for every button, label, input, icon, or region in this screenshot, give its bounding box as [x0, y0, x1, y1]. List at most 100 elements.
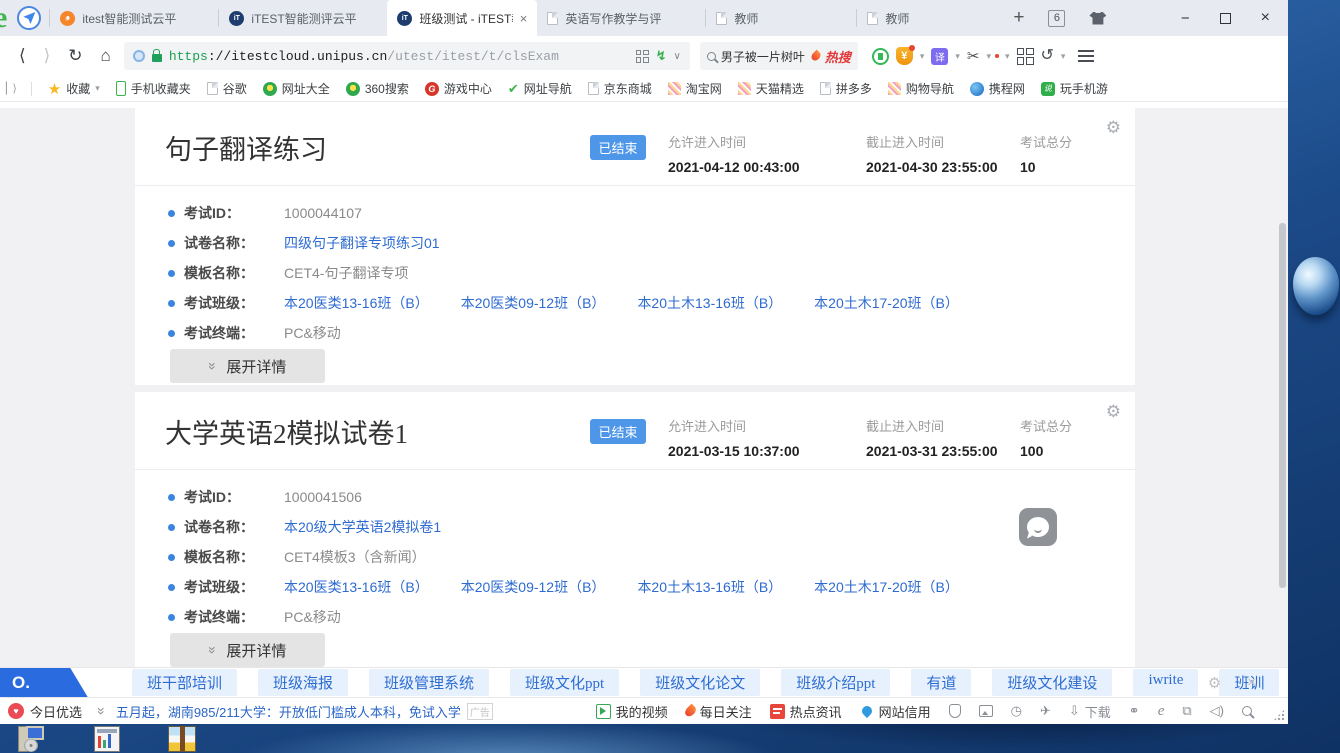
class-link[interactable]: 本20医类09-12班（B）: [461, 293, 606, 313]
quick-link[interactable]: 班级管理系统: [369, 669, 490, 696]
quick-link[interactable]: 班级海报: [258, 669, 349, 696]
paper-link[interactable]: 本20级大学英语2模拟卷1: [284, 517, 441, 537]
apps-grid-icon[interactable]: [1016, 47, 1034, 65]
bookmark-hao[interactable]: ✔ 网址导航: [508, 80, 572, 97]
browser-tab-6[interactable]: 教师: [857, 0, 1007, 36]
reader-mode-icon[interactable]: [871, 47, 889, 65]
new-tab-button[interactable]: +: [1013, 7, 1024, 29]
quick-link[interactable]: 班级介绍ppt: [781, 669, 891, 696]
program-window-icon: [94, 726, 120, 752]
window-minimize-button[interactable]: −: [1181, 10, 1190, 27]
chat-float-button[interactable]: [1019, 508, 1057, 546]
page-search-button[interactable]: [1242, 706, 1256, 716]
quick-link[interactable]: 班级文化论文: [640, 669, 761, 696]
browser-tab-1[interactable]: O itest智能测试云平: [50, 0, 218, 36]
bookmark-favorites[interactable]: ★ 收藏 ▾: [48, 80, 100, 98]
today-pick-label[interactable]: 今日优选: [30, 702, 82, 721]
tab-close-icon[interactable]: ×: [520, 11, 528, 26]
search-box[interactable]: 男子被一片树叶砸晕 热搜: [699, 42, 858, 70]
bookmark-shopping[interactable]: 购物导航: [887, 80, 954, 97]
class-link[interactable]: 本20土木17-20班（B）: [814, 293, 959, 313]
desktop-icon-installer[interactable]: [16, 726, 48, 753]
site-indicator-icon[interactable]: [132, 50, 145, 62]
browser-tab-3-active[interactable]: iT 班级测试 - iTEST教 ×: [387, 0, 538, 36]
menu-icon[interactable]: [1078, 55, 1095, 57]
daily-follow[interactable]: 每日关注: [682, 702, 752, 721]
class-link[interactable]: 本20医类13-16班（B）: [284, 577, 429, 597]
promo-ad-link[interactable]: 五月起，湖南985/211大学：开放低门槛成人本科，免试入学: [116, 702, 461, 721]
desktop-icon-archive[interactable]: [168, 726, 200, 753]
qr-code-icon[interactable]: [635, 49, 649, 63]
hot-search-label[interactable]: 热搜: [825, 47, 851, 66]
window-maximize-button[interactable]: [1219, 12, 1231, 24]
class-link[interactable]: 本20医类13-16班（B）: [284, 293, 429, 313]
url-text[interactable]: https://itestcloud.unipus.cn/utest/itest…: [169, 49, 629, 64]
class-link[interactable]: 本20土木13-16班（B）: [637, 293, 782, 313]
theme-shirt-icon[interactable]: [1089, 11, 1107, 25]
ie-compat-button[interactable]: e: [1158, 703, 1165, 720]
class-link[interactable]: 本20医类09-12班（B）: [461, 577, 606, 597]
bookmark-jd[interactable]: 京东商城: [587, 80, 652, 97]
my-videos[interactable]: 我的视频: [595, 702, 668, 721]
desktop-icon-program[interactable]: [94, 726, 126, 753]
tab-count-badge[interactable]: 6: [1048, 9, 1066, 27]
site-credit[interactable]: 网站信用: [859, 702, 931, 721]
bookmark-mobile[interactable]: 手机收藏夹: [115, 80, 191, 97]
installer-screen-icon: [26, 726, 44, 740]
class-link[interactable]: 本20土木13-16班（B）: [637, 577, 782, 597]
browser-tab-2[interactable]: iT iTEST智能测评云平: [219, 0, 387, 36]
hot-news[interactable]: 热点资讯: [769, 702, 842, 721]
speed-bolt-icon[interactable]: ↯: [656, 48, 667, 64]
bookmark-mobilegames[interactable]: 说玩手机游: [1040, 80, 1108, 97]
bookmark-taobao[interactable]: 淘宝网: [667, 80, 722, 97]
multi-account-button[interactable]: ⚭: [1129, 703, 1140, 719]
quick-link[interactable]: 有道: [911, 669, 972, 696]
links-settings-gear-icon[interactable]: ⚙: [1208, 674, 1221, 692]
quick-link[interactable]: 班干部培训: [132, 669, 238, 696]
quick-link[interactable]: 班级文化建设: [992, 669, 1113, 696]
scrollbar-thumb[interactable]: [1279, 223, 1286, 588]
multi-window-button[interactable]: ⧉: [1182, 703, 1191, 719]
undo-icon[interactable]: ↺: [1041, 48, 1054, 64]
home-button[interactable]: ⌂: [101, 46, 111, 66]
bookmark-gamecenter[interactable]: G 游戏中心: [424, 80, 492, 97]
class-link[interactable]: 本20土木17-20班（B）: [814, 577, 959, 597]
bookmarks-expand-icon[interactable]: ▏⟩: [6, 82, 17, 95]
navigator-plane-icon[interactable]: [17, 6, 42, 30]
address-bar[interactable]: https://itestcloud.unipus.cn/utest/itest…: [123, 42, 690, 70]
links-close-icon[interactable]: ×: [1247, 674, 1256, 691]
back-button[interactable]: ⟨: [19, 46, 26, 66]
booster-rocket-button[interactable]: ✈: [1040, 703, 1051, 719]
bookmark-360search[interactable]: 360搜索: [345, 80, 409, 97]
expand-details-button[interactable]: » 展开详情: [170, 349, 325, 383]
bookmark-pdd[interactable]: 拼多多: [819, 80, 872, 97]
bookmark-sites[interactable]: 网址大全: [262, 80, 330, 97]
wallet-shield-icon[interactable]: ¥: [895, 45, 915, 65]
media-button[interactable]: [978, 705, 993, 717]
safety-shield-button[interactable]: [948, 704, 961, 718]
quick-link[interactable]: iwrite: [1133, 669, 1199, 696]
download-button[interactable]: ⇩ 下载: [1069, 702, 1111, 721]
bookmark-tmall[interactable]: 天猫精选: [737, 80, 804, 97]
browser-tab-5[interactable]: 教师: [706, 0, 856, 36]
volume-button[interactable]: ◁): [1210, 703, 1224, 719]
resize-grip[interactable]: [1273, 709, 1285, 721]
screenshot-scissors-icon[interactable]: ✂: [967, 47, 980, 65]
double-chevron-down-icon[interactable]: »: [94, 707, 110, 715]
search-query[interactable]: 男子被一片树叶砸晕: [721, 48, 805, 65]
gear-icon[interactable]: ⚙: [1106, 118, 1121, 138]
browser-tab-4[interactable]: 英语写作教学与评: [537, 0, 705, 36]
gear-icon[interactable]: ⚙: [1106, 402, 1121, 422]
bookmark-google[interactable]: 谷歌: [206, 80, 247, 97]
translate-icon[interactable]: 译: [931, 47, 949, 65]
so-logo[interactable]: O.: [0, 667, 88, 698]
quick-link[interactable]: 班级文化ppt: [510, 669, 620, 696]
expand-details-button[interactable]: » 展开详情: [170, 633, 325, 667]
forward-button[interactable]: ⟩: [44, 46, 51, 66]
window-close-button[interactable]: ×: [1261, 9, 1270, 27]
reload-button[interactable]: ↻: [68, 46, 82, 66]
paper-link[interactable]: 四级句子翻译专项练习01: [284, 233, 440, 253]
history-clock-button[interactable]: ◷: [1011, 703, 1022, 719]
bookmark-ctrip[interactable]: 携程网: [969, 80, 1025, 97]
chevron-down-icon[interactable]: ∨: [673, 51, 680, 62]
